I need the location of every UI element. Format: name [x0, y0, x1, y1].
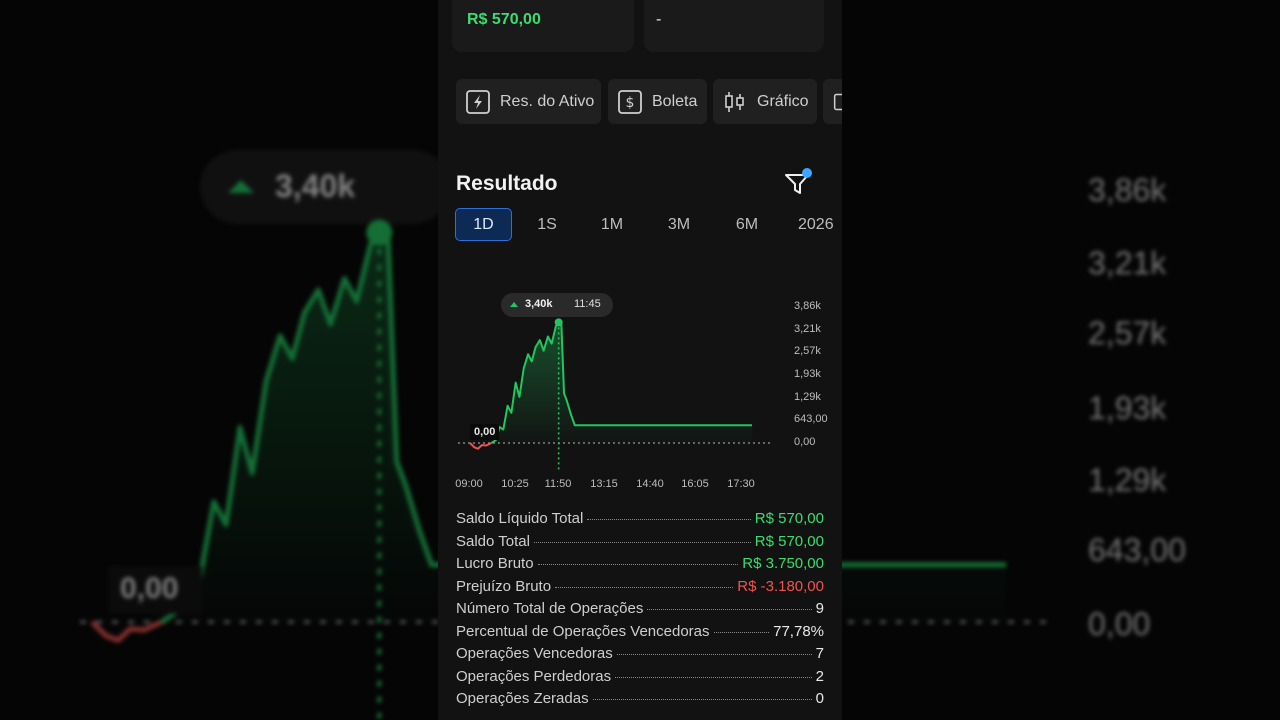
crosshair-point — [366, 219, 393, 246]
period-1m[interactable]: 1M — [588, 208, 636, 241]
period-2026[interactable]: 2026 — [798, 208, 842, 241]
stat-leader — [647, 609, 812, 610]
stat-label: Operações Perdedoras — [456, 667, 612, 685]
stat-value: R$ 570,00 — [754, 510, 824, 527]
tab-res-do-ativo[interactable]: Res. do Ativo — [456, 79, 601, 124]
svg-text:$: $ — [626, 95, 635, 111]
stat-label: Lucro Bruto — [456, 555, 534, 572]
period-3m[interactable]: 3M — [655, 208, 703, 241]
stat-value: 0 — [815, 690, 824, 707]
y-tick: 643,00 — [794, 413, 828, 425]
stat-label: Número Total de Operações — [456, 600, 644, 617]
result-chart-plot — [458, 318, 770, 472]
stat-leader — [592, 699, 812, 700]
stat-leader — [616, 654, 812, 655]
stat-value: R$ 3.750,00 — [742, 555, 824, 572]
stats-list: Saldo Líquido Total R$ 570,00 Saldo Total… — [456, 510, 824, 713]
background-y-tick: 3,21k — [1088, 245, 1167, 281]
zero-label: 0,00 — [470, 424, 500, 440]
stat-leader — [587, 519, 751, 520]
background-y-tick: 2,57k — [1088, 315, 1167, 351]
stat-row: Prejuízo Bruto R$ -3.180,00 — [456, 578, 824, 601]
stat-leader — [713, 631, 770, 633]
stat-row: Operações Vencedoras 7 — [456, 645, 824, 668]
x-tick: 13:15 — [590, 478, 618, 490]
x-tick: 11:50 — [544, 478, 572, 490]
period-1s[interactable]: 1S — [523, 208, 571, 241]
tab-label: Gráfico — [757, 92, 809, 110]
y-tick: 3,21k — [794, 323, 821, 335]
stat-row: Operações Perdedoras 2 — [456, 668, 824, 691]
stat-value: 77,78% — [773, 622, 824, 640]
series-area — [470, 322, 753, 449]
background-y-tick: 0,00 — [1088, 606, 1151, 642]
tab-more[interactable] — [823, 79, 842, 124]
tab-row: Res. do Ativo $ Boleta Gráfico — [456, 79, 842, 124]
secondary-card-value: - — [656, 11, 662, 28]
up-arrow-icon — [510, 302, 518, 307]
stat-label: Saldo Total — [456, 532, 530, 550]
stat-value: 2 — [815, 667, 824, 685]
x-tick: 14:40 — [636, 478, 664, 490]
chart-tooltip: 3,40k 11:45 — [501, 293, 613, 317]
tooltip-value: 3,40k — [525, 298, 553, 310]
stat-value: 7 — [815, 645, 824, 662]
secondary-card: - — [644, 0, 824, 52]
tab-label: Res. do Ativo — [500, 92, 595, 110]
stat-value: R$ -3.180,00 — [737, 577, 824, 595]
tooltip-time: 11:45 — [574, 298, 601, 310]
stat-row: Percentual de Operações Vencedoras 77,78% — [456, 623, 824, 646]
y-tick: 1,93k — [794, 368, 821, 380]
document-icon — [833, 93, 842, 110]
phone-screen: R$ 570,00 - Res. do Ativo $ Boleta Gráfi… — [438, 0, 842, 720]
y-tick: 0,00 — [794, 436, 816, 448]
section-title: Resultado — [456, 172, 558, 195]
stat-leader — [615, 676, 812, 678]
tab-grafico[interactable]: Gráfico — [713, 79, 817, 124]
tab-label: Boleta — [652, 92, 698, 110]
x-tick: 10:25 — [501, 478, 529, 490]
y-tick: 3,86k — [794, 300, 821, 312]
stat-leader — [555, 586, 734, 588]
net-balance-card: R$ 570,00 — [452, 0, 634, 52]
net-balance-value: R$ 570,00 — [467, 11, 541, 28]
x-tick: 17:30 — [727, 478, 755, 490]
lightning-square-icon — [466, 89, 490, 114]
filter-active-dot — [802, 168, 812, 178]
period-6m[interactable]: 6M — [723, 208, 771, 241]
tab-boleta[interactable]: $ Boleta — [608, 79, 707, 124]
background-zero-label: 0,00 — [108, 566, 202, 614]
background-y-tick: 643,00 — [1088, 532, 1186, 568]
stat-label: Operações Zeradas — [456, 690, 589, 707]
stat-label: Prejuízo Bruto — [456, 577, 552, 595]
stat-label: Operações Vencedoras — [456, 645, 613, 662]
stat-value: 9 — [815, 600, 824, 617]
crosshair-point — [554, 318, 563, 327]
stat-value: R$ 570,00 — [754, 532, 824, 550]
background-y-tick: 1,29k — [1088, 462, 1167, 498]
background-y-tick: 1,93k — [1088, 390, 1167, 426]
y-tick: 2,57k — [794, 345, 821, 357]
stat-leader — [533, 541, 751, 543]
result-chart: 3,40k 11:45 0,00 3,86k 3,21k 2,57k 1,93k… — [452, 286, 842, 496]
stat-label: Percentual de Operações Vencedoras — [456, 622, 710, 640]
candlestick-icon — [725, 91, 744, 112]
background-y-tick: 3,86k — [1088, 172, 1167, 208]
x-tick: 09:00 — [455, 478, 483, 490]
stat-row: Saldo Total R$ 570,00 — [456, 533, 824, 556]
period-1d[interactable]: 1D — [455, 208, 512, 241]
y-tick: 1,29k — [794, 391, 821, 403]
stat-row: Operações Zeradas 0 — [456, 690, 824, 713]
x-tick: 16:05 — [681, 478, 709, 490]
stat-label: Saldo Líquido Total — [456, 510, 584, 527]
dollar-square-icon: $ — [618, 89, 642, 114]
stat-row: Número Total de Operações 9 — [456, 600, 824, 623]
stat-row: Saldo Líquido Total R$ 570,00 — [456, 510, 824, 533]
stat-leader — [537, 564, 739, 565]
stat-row: Lucro Bruto R$ 3.750,00 — [456, 555, 824, 578]
